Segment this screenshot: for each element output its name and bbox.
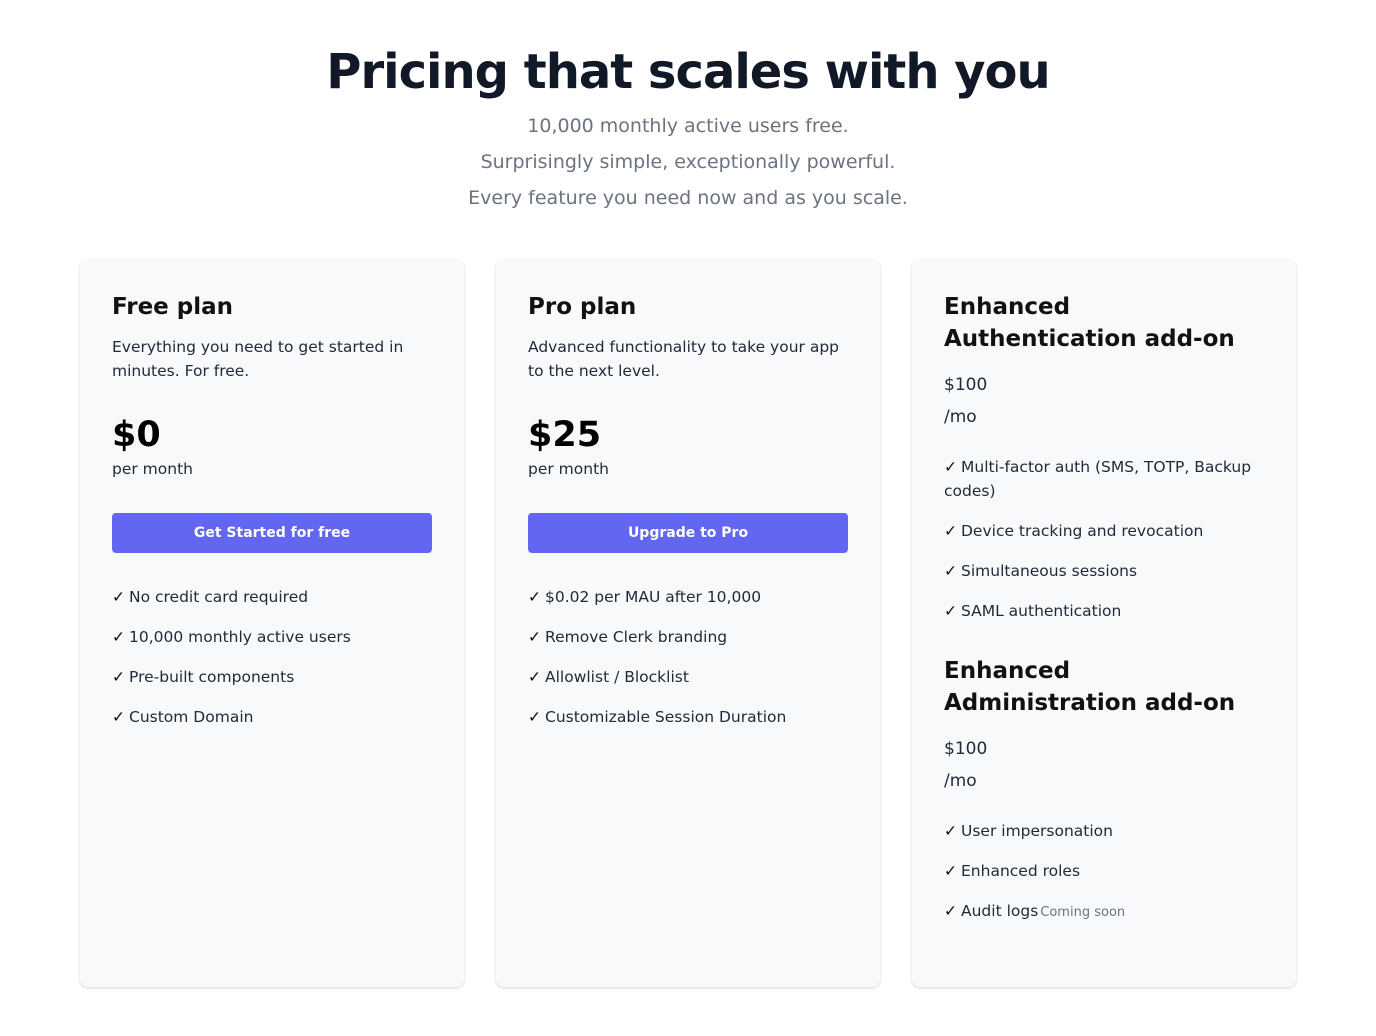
feature-label: Simultaneous sessions: [961, 562, 1138, 580]
feature-label: No credit card required: [129, 588, 309, 606]
get-started-free-button[interactable]: Get Started for free: [112, 513, 432, 553]
addon-price-period: /mo: [944, 407, 977, 427]
check-icon: ✓: [528, 588, 541, 606]
check-icon: ✓: [944, 562, 957, 580]
free-plan-card: Free plan Everything you need to get sta…: [80, 259, 464, 987]
coming-soon-badge: Coming soon: [1040, 905, 1126, 920]
subtitle-line: Every feature you need now and as you sc…: [468, 187, 908, 209]
feature-item: ✓ Customizable Session Duration: [528, 705, 848, 729]
check-icon: ✓: [528, 708, 541, 726]
subtitle-line: Surprisingly simple, exceptionally power…: [480, 151, 896, 173]
addon-price: $100 /mo: [944, 733, 1264, 797]
feature-item: ✓ Simultaneous sessions: [944, 559, 1264, 583]
feature-item: ✓ 10,000 monthly active users: [112, 625, 432, 649]
plan-name: Pro plan: [528, 294, 637, 320]
pro-plan-card: Pro plan Advanced functionality to take …: [496, 259, 880, 987]
feature-label: Customizable Session Duration: [545, 708, 787, 726]
plan-description: Advanced functionality to take your app …: [528, 338, 839, 380]
subtitle-block: 10,000 monthly active users free. Surpri…: [0, 108, 1376, 216]
feature-label: Device tracking and revocation: [961, 522, 1204, 540]
feature-item: ✓ User impersonation: [944, 819, 1264, 843]
feature-item: ✓ Pre-built components: [112, 665, 432, 689]
check-icon: ✓: [944, 822, 957, 840]
feature-item: ✓ SAML authentication: [944, 599, 1264, 623]
addon-name: Enhanced Administration add-on: [944, 658, 1236, 716]
feature-item: ✓ Audit logs Coming soon: [944, 899, 1264, 925]
plan-description: Everything you need to get started in mi…: [112, 338, 404, 380]
feature-label: Custom Domain: [129, 708, 254, 726]
feature-label: Enhanced roles: [961, 862, 1081, 880]
feature-item: ✓ Enhanced roles: [944, 859, 1264, 883]
feature-label: Pre-built components: [129, 668, 295, 686]
check-icon: ✓: [944, 862, 957, 880]
check-icon: ✓: [528, 628, 541, 646]
check-icon: ✓: [528, 668, 541, 686]
feature-list: ✓ No credit card required ✓ 10,000 monthly…: [112, 585, 432, 729]
enhanced-administration-addon: Enhanced Administration add-on $100 /mo …: [944, 655, 1264, 925]
plan-name: Free plan: [112, 294, 234, 320]
check-icon: ✓: [944, 602, 957, 620]
pricing-header: Pricing that scales with you 10,000 mont…: [0, 40, 1376, 216]
feature-item: ✓ No credit card required: [112, 585, 432, 609]
feature-item: ✓ Multi-factor auth (SMS, TOTP, Backup co…: [944, 455, 1264, 503]
price-period: per month: [528, 460, 609, 478]
addon-price-period: /mo: [944, 771, 977, 791]
page-title: Pricing that scales with you: [326, 44, 1050, 100]
plan-price: $0: [112, 415, 161, 455]
check-icon: ✓: [944, 458, 957, 476]
plan-price: $25: [528, 415, 602, 455]
feature-label: SAML authentication: [961, 602, 1122, 620]
addon-price-amount: $100: [944, 375, 988, 395]
feature-label: $0.02 per MAU after 10,000: [545, 588, 762, 606]
addons-card: Enhanced Authentication add-on $100 /mo …: [912, 259, 1296, 987]
feature-list: ✓ $0.02 per MAU after 10,000 ✓ Remove Cler…: [528, 585, 848, 729]
feature-item: ✓ $0.02 per MAU after 10,000: [528, 585, 848, 609]
pricing-page: Pricing that scales with you 10,000 mont…: [0, 0, 1376, 1036]
addon-name: Enhanced Authentication add-on: [944, 294, 1235, 352]
feature-label: User impersonation: [961, 822, 1113, 840]
feature-label: Audit logs: [961, 902, 1039, 920]
check-icon: ✓: [112, 668, 125, 686]
addon-price-amount: $100: [944, 739, 988, 759]
check-icon: ✓: [112, 708, 125, 726]
check-icon: ✓: [112, 588, 125, 606]
feature-label: Allowlist / Blocklist: [545, 668, 689, 686]
feature-list: ✓ User impersonation ✓ Enhanced roles ✓ Aud…: [944, 819, 1264, 925]
check-icon: ✓: [944, 522, 957, 540]
check-icon: ✓: [112, 628, 125, 646]
feature-list: ✓ Multi-factor auth (SMS, TOTP, Backup co…: [944, 455, 1264, 623]
enhanced-authentication-addon: Enhanced Authentication add-on $100 /mo …: [944, 291, 1264, 623]
feature-label: 10,000 monthly active users: [129, 628, 351, 646]
feature-item: ✓ Allowlist / Blocklist: [528, 665, 848, 689]
feature-item: ✓ Device tracking and revocation: [944, 519, 1264, 543]
check-icon: ✓: [944, 902, 957, 920]
feature-label: Multi-factor auth (SMS, TOTP, Backup cod…: [944, 458, 1252, 500]
feature-label: Remove Clerk branding: [545, 628, 728, 646]
feature-item: ✓ Remove Clerk branding: [528, 625, 848, 649]
feature-item: ✓ Custom Domain: [112, 705, 432, 729]
upgrade-to-pro-button[interactable]: Upgrade to Pro: [528, 513, 848, 553]
addon-price: $100 /mo: [944, 369, 1264, 433]
subtitle-line: 10,000 monthly active users free.: [527, 115, 849, 137]
price-period: per month: [112, 460, 193, 478]
